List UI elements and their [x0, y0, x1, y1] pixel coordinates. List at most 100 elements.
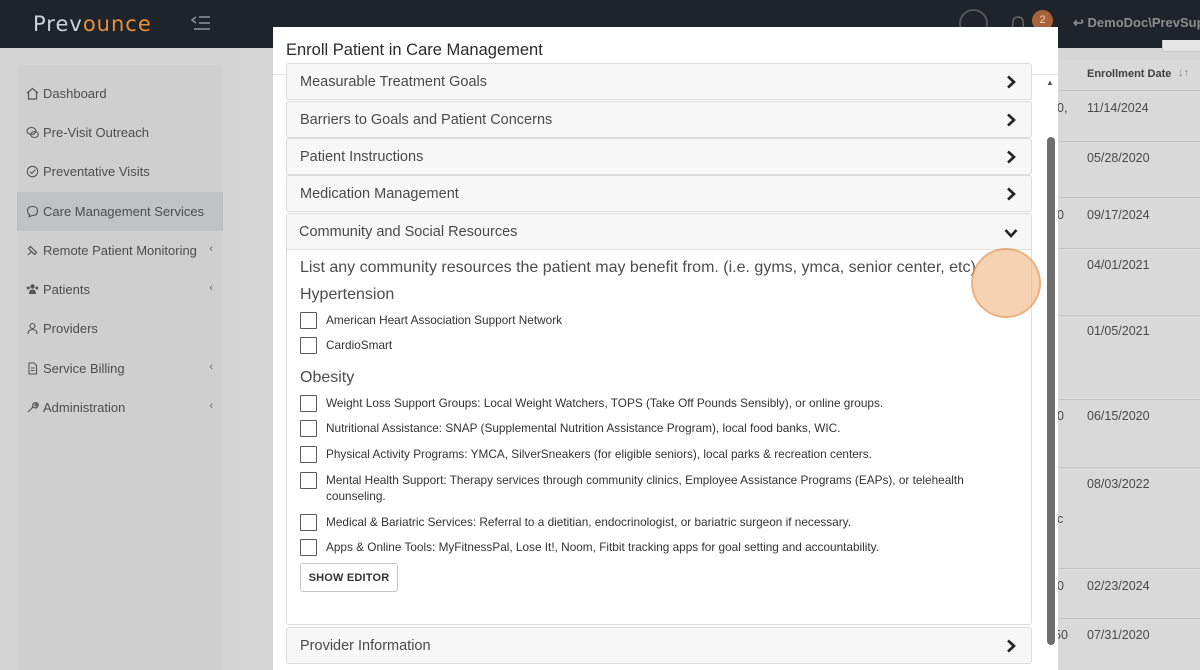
checkbox[interactable]: [300, 514, 317, 531]
checkbox[interactable]: [300, 337, 317, 354]
row-divider: [1058, 467, 1200, 468]
section-title: Community and Social Resources: [299, 223, 518, 240]
checkbox-option[interactable]: Nutritional Assistance: SNAP (Supplement…: [300, 420, 1000, 437]
sidebar-item-label: Pre-Visit Outreach: [43, 125, 149, 140]
section-barriers-to-goals[interactable]: Barriers to Goals and Patient Concerns: [286, 101, 1032, 138]
checkbox[interactable]: [300, 420, 317, 437]
checkbox-label: CardioSmart: [326, 338, 393, 352]
checkbox-option[interactable]: Mental Health Support: Therapy services …: [300, 472, 1000, 504]
chevron-right-icon: [1007, 113, 1016, 127]
menu-toggle-icon[interactable]: [191, 14, 211, 32]
checkbox-option[interactable]: Medical & Bariatric Services: Referral t…: [300, 514, 1000, 531]
user-menu[interactable]: ↩ DemoDoc\PrevSup: [1073, 15, 1200, 31]
click-highlight: [971, 248, 1041, 318]
checkbox-option[interactable]: Physical Activity Programs: YMCA, Silver…: [300, 446, 1000, 463]
section-title: Patient Instructions: [300, 148, 424, 165]
users-icon: [26, 284, 39, 294]
sidebar-item-care-management-services[interactable]: Care Management Services: [17, 192, 223, 231]
section-title: Provider Information: [300, 637, 431, 654]
checkbox[interactable]: [300, 446, 317, 463]
row-divider: [1058, 618, 1200, 619]
sidebar-item-pre-visit-outreach[interactable]: Pre-Visit Outreach: [17, 113, 223, 152]
sidebar-item-label: Service Billing: [43, 361, 125, 376]
home-icon: [26, 87, 39, 100]
enrollment-date-cell: 02/23/2024: [1087, 579, 1150, 593]
row-divider: [1058, 568, 1200, 569]
checkbox-label: American Heart Association Support Netwo…: [326, 313, 563, 327]
file-icon: [28, 362, 38, 375]
group-title-hypertension: Hypertension: [300, 286, 395, 303]
sidebar-item-label: Preventative Visits: [43, 164, 150, 179]
section-title: Measurable Treatment Goals: [300, 73, 487, 90]
truncated-cell: 0,: [1057, 101, 1068, 115]
section-medication-management[interactable]: Medication Management: [286, 175, 1032, 212]
enrollment-date-cell: 07/31/2020: [1087, 628, 1150, 642]
chat-bubble-icon: [26, 205, 39, 218]
enrollment-date-cell: 09/17/2024: [1087, 208, 1150, 222]
enrollment-date-header[interactable]: Enrollment Date: [1087, 68, 1171, 80]
sidebar-item-dashboard[interactable]: Dashboard: [17, 74, 223, 113]
truncated-cell: 0: [1057, 208, 1064, 222]
truncated-cell: 0: [1057, 579, 1064, 593]
enrollment-date-cell: 05/28/2020: [1087, 151, 1150, 165]
checkbox[interactable]: [300, 395, 317, 412]
checkbox-option[interactable]: Weight Loss Support Groups: Local Weight…: [300, 395, 1000, 412]
chevron-right-icon: [1007, 150, 1016, 164]
section-title: Barriers to Goals and Patient Concerns: [300, 111, 553, 128]
checkbox-label: Physical Activity Programs: YMCA, Silver…: [326, 447, 872, 461]
checkbox-option[interactable]: CardioSmart: [300, 337, 1000, 354]
sidebar-item-remote-patient-monitoring[interactable]: Remote Patient Monitoring ‹: [17, 231, 223, 270]
sidebar-item-preventative-visits[interactable]: Preventative Visits: [17, 152, 223, 191]
section-measurable-treatment-goals[interactable]: Measurable Treatment Goals: [286, 63, 1032, 100]
section-community-and-social-resources: Community and Social Resources List any …: [286, 213, 1032, 625]
sidebar-item-label: Remote Patient Monitoring: [43, 243, 197, 258]
sidebar-item-administration[interactable]: Administration ‹: [17, 388, 223, 427]
row-divider: [1058, 90, 1200, 91]
checkbox[interactable]: [300, 472, 317, 489]
enroll-modal: Enroll Patient in Care Management Measur…: [273, 27, 1058, 670]
chevron-left-icon: ‹: [209, 400, 213, 412]
chevron-left-icon: ‹: [209, 282, 213, 294]
checkbox-label: Weight Loss Support Groups: Local Weight…: [326, 396, 884, 410]
top-right-button[interactable]: [1162, 40, 1200, 52]
chevron-right-icon: [1007, 639, 1016, 653]
scroll-up-arrow-icon[interactable]: ▲: [1046, 78, 1054, 87]
wrench-icon: [27, 401, 39, 413]
checkbox-label: Mental Health Support: Therapy services …: [326, 473, 964, 503]
checkbox[interactable]: [300, 539, 317, 556]
enrollment-date-cell: 11/14/2024: [1087, 101, 1149, 115]
truncated-cell: 0: [1057, 409, 1064, 423]
checkbox-label: Medical & Bariatric Services: Referral t…: [326, 515, 851, 529]
row-divider: [1058, 248, 1200, 249]
group-title-obesity: Obesity: [300, 369, 355, 386]
section-provider-information[interactable]: Provider Information: [286, 627, 1032, 664]
section-header[interactable]: Community and Social Resources: [287, 214, 1031, 250]
checkbox-label: Nutritional Assistance: SNAP (Supplement…: [326, 421, 841, 435]
checkbox-option[interactable]: Apps & Online Tools: MyFitnessPal, Lose …: [300, 539, 1000, 556]
reply-arrow-icon: ↩: [1073, 15, 1084, 30]
user-name: DemoDoc\PrevSup: [1087, 15, 1200, 30]
checkbox[interactable]: [300, 312, 317, 329]
sidebar-item-label: Dashboard: [43, 86, 107, 101]
row-divider: [1058, 141, 1200, 142]
sidebar-item-providers[interactable]: Providers: [17, 309, 223, 348]
sidebar-item-patients[interactable]: Patients ‹: [17, 270, 223, 309]
scrollbar-thumb[interactable]: [1047, 137, 1055, 645]
brand-text-part2: ounce: [82, 12, 152, 36]
sidebar-item-service-billing[interactable]: Service Billing ‹: [17, 349, 223, 388]
section-title: Medication Management: [300, 185, 459, 202]
row-divider: [1058, 315, 1200, 316]
checkbox-option[interactable]: American Heart Association Support Netwo…: [300, 312, 1000, 329]
enrollment-date-cell: 08/03/2022: [1087, 477, 1150, 491]
sidebar: Dashboard Pre-Visit Outreach Preventativ…: [17, 65, 223, 670]
section-patient-instructions[interactable]: Patient Instructions: [286, 138, 1032, 175]
brand-text-part1: Prev: [33, 12, 83, 36]
show-editor-button[interactable]: SHOW EDITOR: [300, 563, 398, 592]
enrollment-date-cell: 01/05/2021: [1087, 324, 1150, 338]
row-divider: [1058, 399, 1200, 400]
chevron-down-icon: [1004, 229, 1018, 238]
sort-icon[interactable]: ↓↑: [1178, 67, 1189, 79]
satellite-icon: [27, 245, 38, 256]
brand-logo[interactable]: Prevounce: [33, 12, 152, 36]
row-divider: [1058, 197, 1200, 198]
